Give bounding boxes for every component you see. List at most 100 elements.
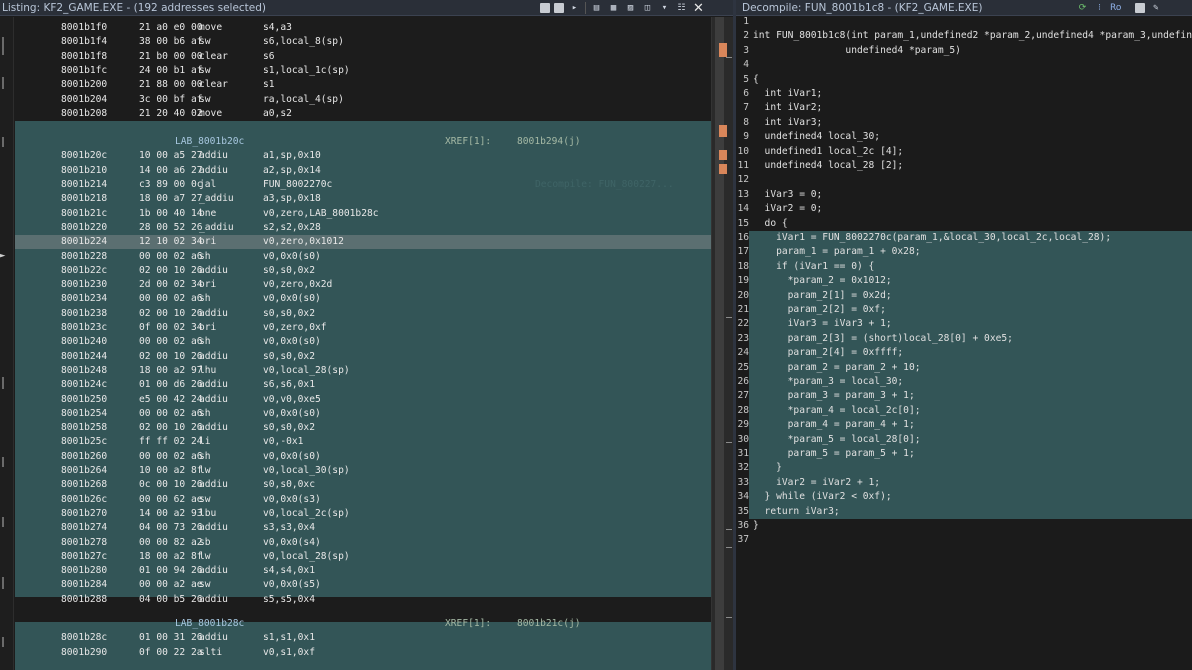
instruction-operands[interactable]: s4,a3	[263, 21, 292, 35]
instruction-address[interactable]: 8001b208	[61, 107, 107, 121]
instruction-operands[interactable]: s2,s2,0x28	[263, 221, 321, 235]
instruction-operands[interactable]: v0,0x0(s0)	[263, 407, 321, 421]
instruction-address[interactable]: 8001b244	[61, 350, 107, 364]
instruction-address[interactable]: 8001b284	[61, 578, 107, 592]
decompile-line[interactable]: 2 int FUN_8001b1c8(int param_1,undefined2…	[736, 29, 1192, 43]
source-text[interactable]: *param_4 = local_2c[0];	[753, 404, 921, 418]
decompile-line[interactable]: 18 if (iVar1 == 0) {	[736, 259, 1192, 275]
refresh-icon[interactable]: ⟳	[1076, 2, 1089, 14]
instruction-operands[interactable]: v0,0x0(s0)	[263, 450, 321, 464]
instruction-address[interactable]: 8001b23c	[61, 321, 107, 335]
scrollbar-track[interactable]	[715, 17, 724, 670]
decompile-line[interactable]: 23 param_2[3] = (short)local_28[0] + 0xe…	[736, 331, 1192, 347]
decompile-line[interactable]: 37	[736, 533, 1192, 547]
instruction-operands[interactable]: s1,s1,0x1	[263, 631, 315, 645]
instruction-operands[interactable]: v0,zero,LAB_8001b28c	[263, 207, 379, 221]
source-text[interactable]: undefined4 *param_5)	[753, 44, 961, 58]
snapshot-icon[interactable]	[554, 3, 564, 13]
instruction-address[interactable]: 8001b228	[61, 250, 107, 264]
code-label[interactable]: LAB_8001b28c	[175, 617, 244, 631]
xref-target[interactable]: 8001b21c(j)	[517, 617, 581, 631]
instruction-operands[interactable]: s1,local_1c(sp)	[263, 64, 350, 78]
instruction-operands[interactable]: v0,0x0(s0)	[263, 250, 321, 264]
source-text[interactable]: int FUN_8001b1c8(int param_1,undefined2 …	[753, 29, 1192, 43]
listing-scrollbar[interactable]	[711, 17, 733, 670]
instruction-operands[interactable]: v0,-0x1	[263, 435, 303, 449]
source-text[interactable]: param_3 = param_3 + 1;	[753, 389, 915, 403]
instruction-operands[interactable]: a3,sp,0x18	[263, 192, 321, 206]
decompile-line[interactable]: 27 param_3 = param_3 + 1;	[736, 389, 1192, 404]
decompile-line[interactable]: 7 int iVar2;	[736, 101, 1192, 115]
source-text[interactable]: param_2 = param_2 + 10;	[753, 361, 921, 375]
instruction-operands[interactable]: a1,sp,0x10	[263, 149, 321, 163]
instruction-address[interactable]: 8001b1f8	[61, 50, 107, 64]
instruction-row[interactable]: 8001b27c 18 00 a2 8f lw v0,local_28(sp)	[15, 550, 711, 564]
decompile-line[interactable]: 32 }	[736, 461, 1192, 476]
instruction-operands[interactable]: s1	[263, 78, 275, 92]
instruction-address[interactable]: 8001b240	[61, 335, 107, 349]
decompile-line[interactable]: 29 param_4 = param_4 + 1;	[736, 418, 1192, 433]
instruction-address[interactable]: 8001b214	[61, 178, 107, 192]
source-text[interactable]: param_2[4] = 0xffff;	[753, 346, 904, 360]
instruction-address[interactable]: 8001b238	[61, 307, 107, 321]
instruction-row[interactable]: 8001b21c 1b 00 40 14 bne v0,zero,LAB_8001b2…	[15, 207, 711, 221]
source-text[interactable]: iVar3 = 0;	[753, 188, 823, 202]
source-text[interactable]: iVar2 = 0;	[753, 202, 823, 216]
instruction-operands[interactable]: s5,s5,0x4	[263, 593, 315, 607]
instruction-row[interactable]: 8001b288 04 00 b5 26 addiu s5,s5,0x4	[15, 593, 711, 607]
source-text[interactable]: int iVar2;	[753, 101, 823, 115]
instruction-operands[interactable]: a0,s2	[263, 107, 292, 121]
listing-options-icon[interactable]: ▤	[590, 2, 603, 14]
instruction-row[interactable]: 8001b254 00 00 02 a6 sh v0,0x0(s0)	[15, 407, 711, 421]
source-text[interactable]: return iVar3;	[753, 505, 840, 519]
instruction-operands[interactable]: v0,zero,0xf	[263, 321, 327, 335]
instruction-row[interactable]: 8001b20c 10 00 a5 27 addiu a1,sp,0x10	[15, 149, 711, 163]
source-text[interactable]: param_2[2] = 0xf;	[753, 303, 886, 317]
instruction-address[interactable]: 8001b264	[61, 464, 107, 478]
source-text[interactable]: iVar1 = FUN_8002270c(param_1,&local_30,l…	[753, 231, 1111, 245]
instruction-row[interactable]: 8001b24c 01 00 d6 26 addiu s6,s6,0x1	[15, 378, 711, 392]
instruction-operands[interactable]: s0,s0,0xc	[263, 478, 315, 492]
instruction-row[interactable]: 8001b208 21 20 40 02 move a0,s2	[15, 107, 711, 121]
decompile-line[interactable]: 12	[736, 173, 1192, 187]
scroll-position-marker[interactable]	[719, 150, 727, 160]
instruction-address[interactable]: 8001b290	[61, 646, 107, 660]
instruction-address[interactable]: 8001b234	[61, 292, 107, 306]
instruction-row[interactable]: 8001b230 2d 00 02 34 ori v0,zero,0x2d	[15, 278, 711, 292]
source-text[interactable]: } while (iVar2 < 0xf);	[753, 490, 892, 504]
instruction-address[interactable]: 8001b288	[61, 593, 107, 607]
instruction-operands[interactable]: v0,local_30(sp)	[263, 464, 350, 478]
instruction-row[interactable]: 8001b25c ff ff 02 24 li v0,-0x1	[15, 435, 711, 449]
instruction-operands[interactable]: FUN_8002270c	[263, 178, 332, 192]
label-row[interactable]: LAB_8001b20c XREF[1]: 8001b294(j)	[15, 135, 711, 149]
instruction-row[interactable]: 8001b210 14 00 a6 27 addiu a2,sp,0x14	[15, 164, 711, 178]
instruction-address[interactable]: 8001b28c	[61, 631, 107, 645]
instruction-operands[interactable]: v0,0x0(s0)	[263, 292, 321, 306]
grid-icon[interactable]: ☷	[675, 2, 688, 14]
source-text[interactable]: param_1 = param_1 + 0x28;	[753, 245, 920, 259]
instruction-operands[interactable]: v0,local_2c(sp)	[263, 507, 350, 521]
source-text[interactable]: }	[753, 519, 759, 533]
decompile-line[interactable]: 11 undefined4 local_28 [2];	[736, 159, 1192, 173]
instruction-address[interactable]: 8001b20c	[61, 149, 107, 163]
decompile-line[interactable]: 19 *param_2 = 0x1012;	[736, 274, 1192, 289]
label-row[interactable]: LAB_8001b28c XREF[1]: 8001b21c(j)	[15, 617, 711, 631]
instruction-address[interactable]: 8001b200	[61, 78, 107, 92]
instruction-operands[interactable]: s0,s0,0x2	[263, 307, 315, 321]
instruction-row[interactable]: 8001b204 3c 00 bf af sw ra,local_4(sp)	[15, 93, 711, 107]
instruction-address[interactable]: 8001b204	[61, 93, 107, 107]
instruction-address[interactable]: 8001b27c	[61, 550, 107, 564]
instruction-operands[interactable]: v0,0x0(s0)	[263, 335, 321, 349]
instruction-operands[interactable]: v0,local_28(sp)	[263, 550, 350, 564]
instruction-address[interactable]: 8001b218	[61, 192, 107, 206]
instruction-address[interactable]: 8001b250	[61, 393, 107, 407]
decompile-line[interactable]: 9 undefined4 local_30;	[736, 130, 1192, 144]
scroll-position-marker[interactable]	[719, 43, 727, 57]
instruction-address[interactable]: 8001b280	[61, 564, 107, 578]
source-text[interactable]: *param_5 = local_28[0];	[753, 433, 921, 447]
copy-icon[interactable]	[540, 3, 550, 13]
instruction-address[interactable]: 8001b248	[61, 364, 107, 378]
decompile-line[interactable]: 21 param_2[2] = 0xf;	[736, 303, 1192, 318]
instruction-address[interactable]: 8001b260	[61, 450, 107, 464]
instruction-operands[interactable]: v0,local_28(sp)	[263, 364, 350, 378]
